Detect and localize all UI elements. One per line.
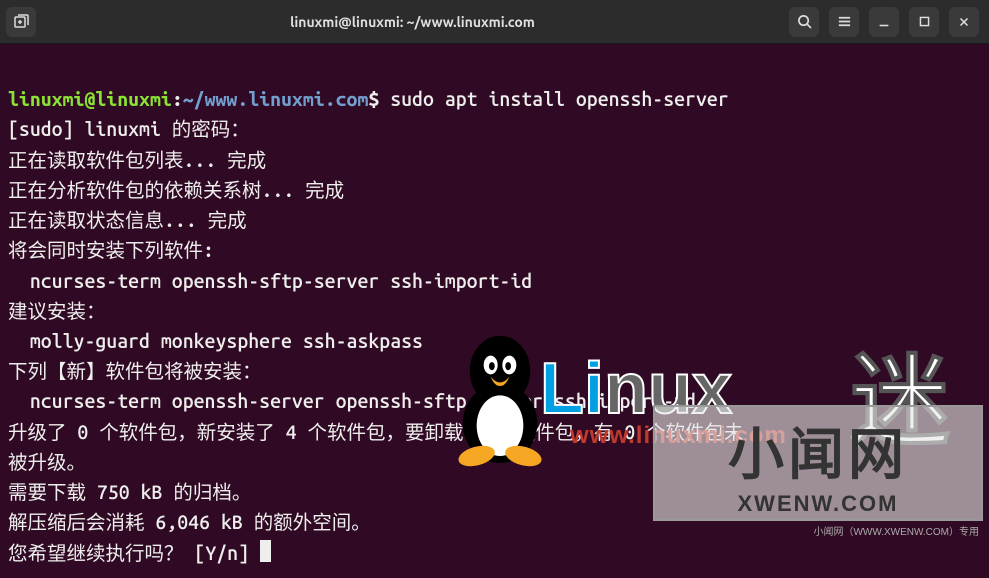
output-line: 下列【新】软件包将被安装： — [8, 360, 262, 382]
output-line: ncurses-term openssh-server openssh-sftp… — [8, 390, 696, 412]
output-line: 升级了 0 个软件包，新安装了 4 个软件包，要卸载 0 个软件包，有 0 个软… — [8, 421, 744, 443]
command-text: sudo apt install openssh-server — [390, 88, 729, 110]
prompt-user-host: linuxmi@linuxmi — [8, 88, 172, 110]
search-button[interactable] — [789, 7, 819, 37]
output-line: 正在读取软件包列表... 完成 — [8, 149, 266, 171]
output-line: 解压缩后会消耗 6,046 kB 的额外空间。 — [8, 511, 371, 533]
prompt-line: linuxmi@linuxmi:~/www.linuxmi.com$ sudo … — [8, 88, 729, 110]
terminal-area[interactable]: linuxmi@linuxmi:~/www.linuxmi.com$ sudo … — [0, 44, 989, 578]
titlebar-left — [6, 7, 36, 37]
prompt-symbol: $ — [368, 88, 379, 110]
titlebar-right — [789, 7, 979, 37]
output-line: 正在读取状态信息... 完成 — [8, 209, 247, 231]
output-prompt-line: 您希望继续执行吗？ [Y/n] — [8, 542, 271, 564]
window-titlebar: linuxmi@linuxmi: ~/www.linuxmi.com — [0, 0, 989, 44]
output-line: 将会同时安装下列软件: — [8, 239, 214, 261]
maximize-icon — [918, 15, 931, 28]
output-line: 正在分析软件包的依赖关系树... 完成 — [8, 179, 344, 201]
output-line: molly-guard monkeysphere ssh-askpass — [8, 330, 423, 352]
close-icon — [957, 15, 971, 29]
maximize-button[interactable] — [909, 7, 939, 37]
output-line: [sudo] linuxmi 的密码： — [8, 118, 250, 140]
minimize-icon — [877, 15, 891, 29]
prompt-separator: : — [172, 88, 183, 110]
output-line: 建议安装： — [8, 300, 106, 322]
search-icon — [797, 14, 812, 29]
continue-prompt: 您希望继续执行吗？ [Y/n] — [8, 542, 260, 564]
prompt-path: ~/www.linuxmi.com — [183, 88, 369, 110]
output-line: ncurses-term openssh-sftp-server ssh-imp… — [8, 270, 532, 292]
hamburger-icon — [837, 14, 852, 29]
output-line: 被升级。 — [8, 451, 86, 473]
output-line: 需要下载 750 kB 的归档。 — [8, 481, 251, 503]
close-button[interactable] — [949, 7, 979, 37]
terminal-cursor — [260, 540, 271, 562]
window-title: linuxmi@linuxmi: ~/www.linuxmi.com — [44, 14, 781, 30]
new-tab-icon — [13, 14, 29, 30]
menu-button[interactable] — [829, 7, 859, 37]
new-tab-button[interactable] — [6, 7, 36, 37]
minimize-button[interactable] — [869, 7, 899, 37]
